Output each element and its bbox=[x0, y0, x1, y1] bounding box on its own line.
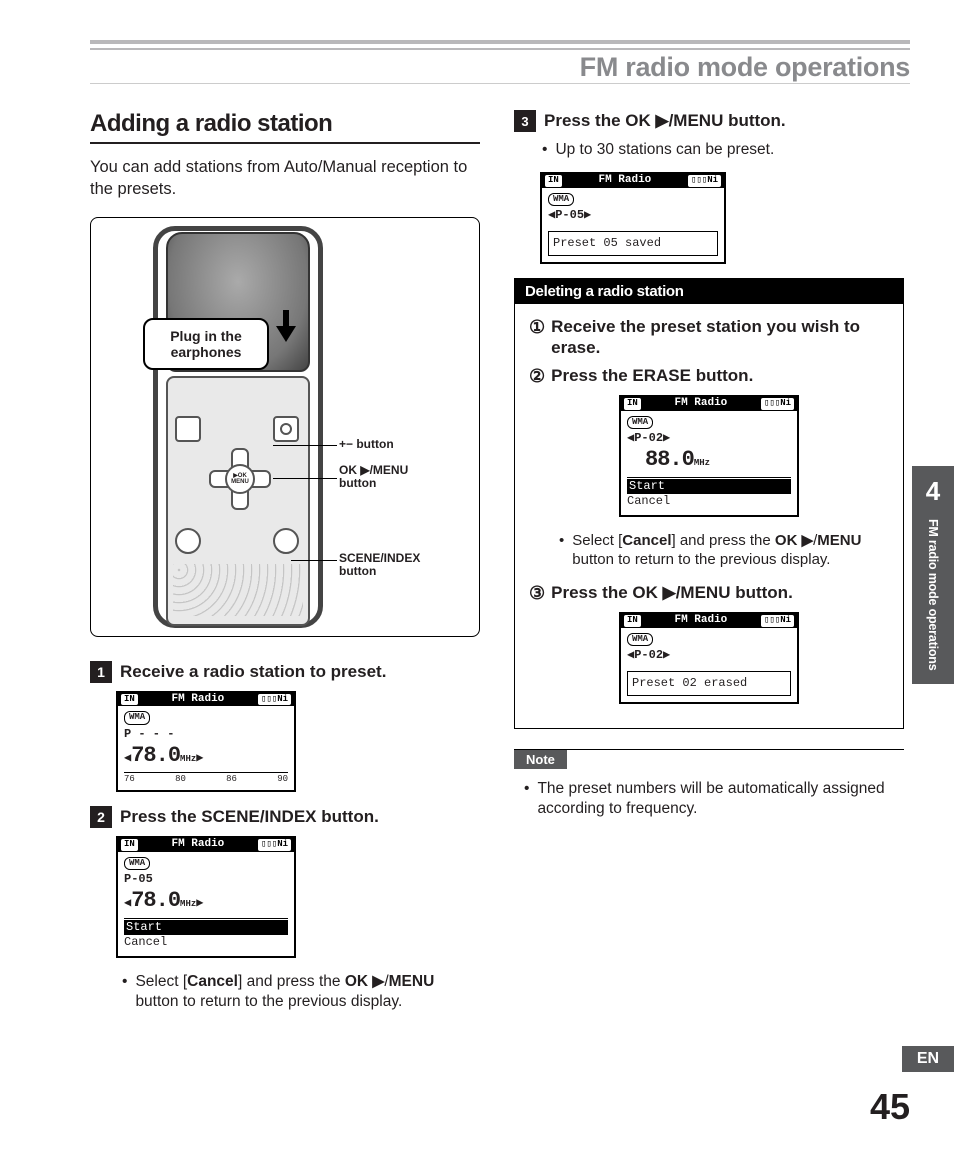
label-scene: SCENE/INDEX button bbox=[339, 552, 439, 578]
speaker-grille bbox=[173, 564, 303, 616]
dpad: ▶OK MENU bbox=[209, 448, 271, 510]
step-1: 1 Receive a radio station to preset. bbox=[90, 661, 480, 683]
step-3-text: Press the OK ▶/MENU button. bbox=[544, 110, 786, 132]
side-label: FM radio mode operations bbox=[926, 519, 940, 670]
lcd-screen-3: INFM Radio▯▯▯Ni WMA ◀P-05▶ Preset 05 sav… bbox=[540, 172, 726, 264]
label-okmenu: OK ▶/MENU button bbox=[339, 464, 431, 490]
right-column: 3 Press the OK ▶/MENU button. •Up to 30 … bbox=[514, 110, 904, 1024]
chapter-number: 4 bbox=[912, 476, 954, 507]
step-1-text: Receive a radio station to preset. bbox=[120, 661, 386, 683]
leader-line bbox=[273, 445, 337, 446]
section-title: Adding a radio station bbox=[90, 110, 480, 144]
language-tab: EN bbox=[902, 1046, 954, 1072]
step-2: 2 Press the SCENE/INDEX button. bbox=[90, 806, 480, 828]
erase-button-icon bbox=[175, 528, 201, 554]
rec-button-icon bbox=[273, 416, 299, 442]
chapter-title: FM radio mode operations bbox=[90, 52, 910, 84]
left-column: Adding a radio station You can add stati… bbox=[90, 110, 480, 1024]
step-badge: 2 bbox=[90, 806, 112, 828]
step-2-note: • Select [Cancel] and press the OK ▶/MEN… bbox=[122, 972, 480, 1012]
leader-line bbox=[273, 478, 337, 479]
step-3: 3 Press the OK ▶/MENU button. bbox=[514, 110, 904, 132]
lcd-screen-2: INFM Radio▯▯▯Ni WMA P-05 ◀78.0MHz▶ Start… bbox=[116, 836, 296, 958]
note-text: •The preset numbers will be automaticall… bbox=[524, 779, 904, 819]
freq-scale: 76808690 bbox=[124, 772, 288, 784]
lcd-screen-1: INFM Radio▯▯▯Ni WMA P - - - ◀78.0MHz▶ 76… bbox=[116, 691, 296, 793]
del-step-1: ①Receive the preset station you wish to … bbox=[529, 316, 889, 359]
side-tab: 4 FM radio mode operations bbox=[912, 466, 954, 684]
lcd-del-b: INFM Radio▯▯▯Ni WMA ◀P-02▶ Preset 02 era… bbox=[619, 612, 799, 704]
step-3-note: •Up to 30 stations can be preset. bbox=[542, 140, 904, 160]
step-2-text: Press the SCENE/INDEX button. bbox=[120, 806, 379, 828]
del-step-3: ③Press the OK ▶/MENU button. bbox=[529, 582, 889, 605]
note-box: Note •The preset numbers will be automat… bbox=[514, 749, 904, 819]
deleting-box: Deleting a radio station ①Receive the pr… bbox=[514, 278, 904, 729]
note-label: Note bbox=[514, 750, 567, 769]
stop-button-icon bbox=[175, 416, 201, 442]
del-note: • Select [Cancel] and press the OK ▶/MEN… bbox=[559, 531, 879, 570]
deleting-title: Deleting a radio station bbox=[515, 279, 903, 304]
lcd-del-a: INFM Radio▯▯▯Ni WMA ◀P-02▶ 88.0MHz Start… bbox=[619, 395, 799, 517]
del-step-2: ②Press the ERASE button. bbox=[529, 365, 889, 388]
earphone-callout: Plug in the earphones bbox=[143, 318, 269, 370]
page-number: 45 bbox=[870, 1086, 910, 1128]
device-diagram: ▶OK MENU Plug in the earphones +− button… bbox=[90, 217, 480, 637]
intro-text: You can add stations from Auto/Manual re… bbox=[90, 156, 480, 201]
ok-menu-center: ▶OK MENU bbox=[225, 464, 255, 494]
step-badge: 1 bbox=[90, 661, 112, 683]
step-badge: 3 bbox=[514, 110, 536, 132]
scene-button-icon bbox=[273, 528, 299, 554]
header-rule bbox=[90, 40, 910, 50]
arrow-down-icon bbox=[276, 310, 296, 346]
leader-line bbox=[291, 560, 337, 561]
label-plusminus: +− button bbox=[339, 438, 394, 451]
